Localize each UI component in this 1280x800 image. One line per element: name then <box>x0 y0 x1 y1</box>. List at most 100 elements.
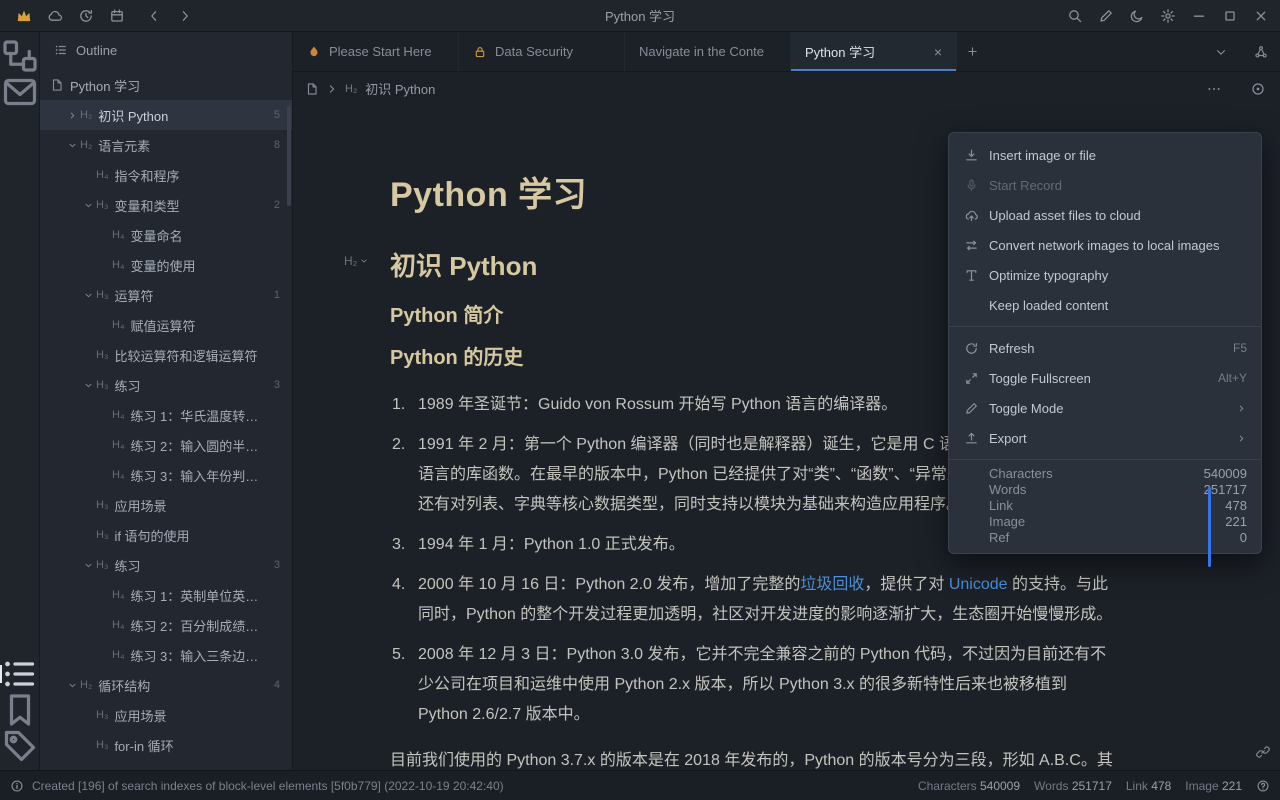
focus-icon[interactable] <box>1250 81 1266 97</box>
chevron-down-icon[interactable] <box>80 560 96 571</box>
dock-tag-icon[interactable] <box>0 728 40 764</box>
theme-moon-icon[interactable] <box>1121 0 1152 31</box>
list-number: 2. <box>390 430 418 520</box>
outline-item[interactable]: H₄变量命名 <box>40 220 292 250</box>
chevron-down-icon[interactable] <box>64 140 80 151</box>
dock-file-tree-icon[interactable] <box>0 38 40 74</box>
chevron-down-icon[interactable] <box>80 290 96 301</box>
sidebar-scrollbar[interactable] <box>287 106 291 206</box>
status-bar: Created [196] of search indexes of block… <box>0 770 1280 800</box>
menu-item: Start Record <box>949 170 1261 200</box>
tab-list-chevron-icon[interactable] <box>1214 45 1228 59</box>
outline-count: 3 <box>266 559 280 571</box>
outline-item[interactable]: H₄练习 3：输入年份判… <box>40 460 292 490</box>
dock-bookmark-icon[interactable] <box>0 692 40 728</box>
dock-outline-icon[interactable] <box>0 656 40 692</box>
cloud-icon[interactable] <box>39 0 70 31</box>
tab[interactable]: Data Security <box>459 32 625 71</box>
outline-item[interactable]: H₃for-in 循环 <box>40 730 292 760</box>
chevron-right-icon[interactable] <box>169 0 200 31</box>
outline-item[interactable]: H₃变量和类型2 <box>40 190 292 220</box>
refresh-icon <box>963 341 979 356</box>
menu-scrollbar-thumb[interactable] <box>1208 487 1211 567</box>
outline-item-label: 语言元素 <box>98 136 150 155</box>
menu-item[interactable]: Convert network images to local images <box>949 230 1261 260</box>
titlebar-left <box>0 0 200 31</box>
graph-icon[interactable] <box>1254 45 1268 59</box>
outline-item[interactable]: H₄练习 2：百分制成绩… <box>40 610 292 640</box>
inline-link[interactable]: Unicode <box>949 576 1008 593</box>
outline-item[interactable]: H₄练习 1：英制单位英… <box>40 580 292 610</box>
breadcrumb-chevron-icon <box>325 82 339 96</box>
convert-icon <box>963 238 979 253</box>
heading-gutter-tag: H₂ <box>344 254 357 268</box>
tab[interactable]: Navigate in the Conte <box>625 32 791 71</box>
outline-item[interactable]: H₄变量的使用 <box>40 250 292 280</box>
outline-item[interactable]: H₄赋值运算符 <box>40 310 292 340</box>
outline-item[interactable]: H₄练习 1：华氏温度转… <box>40 400 292 430</box>
outline-item-label: 练习 3：输入年份判… <box>130 466 258 485</box>
new-tab-button[interactable] <box>957 32 987 71</box>
chevron-down-icon[interactable] <box>80 200 96 211</box>
menu-item[interactable]: Upload asset files to cloud <box>949 200 1261 230</box>
outline-item[interactable]: H₃应用场景 <box>40 490 292 520</box>
breadcrumb-item[interactable]: 初识 Python <box>365 79 435 98</box>
minimize-icon[interactable] <box>1183 0 1214 31</box>
heading-level-tag: H₃ <box>96 529 108 541</box>
outline-item[interactable]: H₃练习3 <box>40 370 292 400</box>
close-icon[interactable] <box>1245 0 1276 31</box>
outline-item-label: Python 学习 <box>70 76 140 95</box>
outline-item[interactable]: H₄练习 3：输入三条边… <box>40 640 292 670</box>
status-stats: Characters 540009Words 251717Link 478Ima… <box>918 779 1270 793</box>
document-icon[interactable] <box>305 82 319 96</box>
tab[interactable]: Please Start Here <box>293 32 459 71</box>
inline-link[interactable]: 垃圾回收 <box>800 576 864 593</box>
status-message: Created [196] of search indexes of block… <box>32 779 504 793</box>
menu-item[interactable]: Keep loaded content <box>949 290 1261 320</box>
link-icon[interactable] <box>1255 744 1271 760</box>
outline-count: 2 <box>266 199 280 211</box>
chevron-down-icon[interactable] <box>80 380 96 391</box>
edit-icon[interactable] <box>1090 0 1121 31</box>
outline-item-label: 练习 <box>114 376 140 395</box>
maximize-icon[interactable] <box>1214 0 1245 31</box>
search-icon[interactable] <box>1059 0 1090 31</box>
close-tab-icon[interactable]: × <box>934 45 942 59</box>
outline-item[interactable]: Python 学习 <box>40 70 292 100</box>
heading-level-tag: H₄ <box>112 259 124 271</box>
outline-item[interactable]: H₃比较运算符和逻辑运算符 <box>40 340 292 370</box>
heading-gutter[interactable]: H₂ <box>344 254 369 268</box>
menu-item-label: Optimize typography <box>989 268 1108 283</box>
list-number: 3. <box>390 530 418 560</box>
outline-item[interactable]: H₃应用场景 <box>40 700 292 730</box>
outline-item[interactable]: H₄练习 2：输入圆的半… <box>40 430 292 460</box>
outline-item[interactable]: H₃if 语句的使用 <box>40 520 292 550</box>
sync-history-icon[interactable] <box>70 0 101 31</box>
help-icon[interactable] <box>1256 779 1270 793</box>
chevron-down-icon[interactable] <box>64 680 80 691</box>
settings-icon[interactable] <box>1152 0 1183 31</box>
menu-item[interactable]: Toggle Mode <box>949 393 1261 423</box>
calendar-icon[interactable] <box>101 0 132 31</box>
outline-item[interactable]: H₃运算符1 <box>40 280 292 310</box>
heading-level-tag: H₂ <box>80 139 92 151</box>
dock-inbox-icon[interactable] <box>0 74 40 110</box>
menu-item[interactable]: RefreshF5 <box>949 333 1261 363</box>
menu-item[interactable]: Optimize typography <box>949 260 1261 290</box>
outline-item[interactable]: H₂语言元素8 <box>40 130 292 160</box>
outline-item[interactable]: H₂循环结构4 <box>40 670 292 700</box>
menu-item[interactable]: Toggle FullscreenAlt+Y <box>949 363 1261 393</box>
logo-icon[interactable] <box>8 0 39 31</box>
outline-item[interactable]: H₄指令和程序 <box>40 160 292 190</box>
outline-item[interactable]: H₂初识 Python5 <box>40 100 292 130</box>
outline-item-label: 练习 1：英制单位英… <box>130 586 258 605</box>
tab[interactable]: Python 学习× <box>791 32 957 71</box>
menu-item[interactable]: Insert image or file <box>949 140 1261 170</box>
menu-item[interactable]: Export <box>949 423 1261 453</box>
chevron-left-icon[interactable] <box>138 0 169 31</box>
outline-item[interactable]: H₃练习3 <box>40 550 292 580</box>
outline-panel-title: Outline <box>76 43 117 58</box>
doc-menu-button[interactable] <box>1206 81 1222 97</box>
chevron-right-icon[interactable] <box>64 110 80 121</box>
status-stat: Link 478 <box>1126 779 1171 793</box>
